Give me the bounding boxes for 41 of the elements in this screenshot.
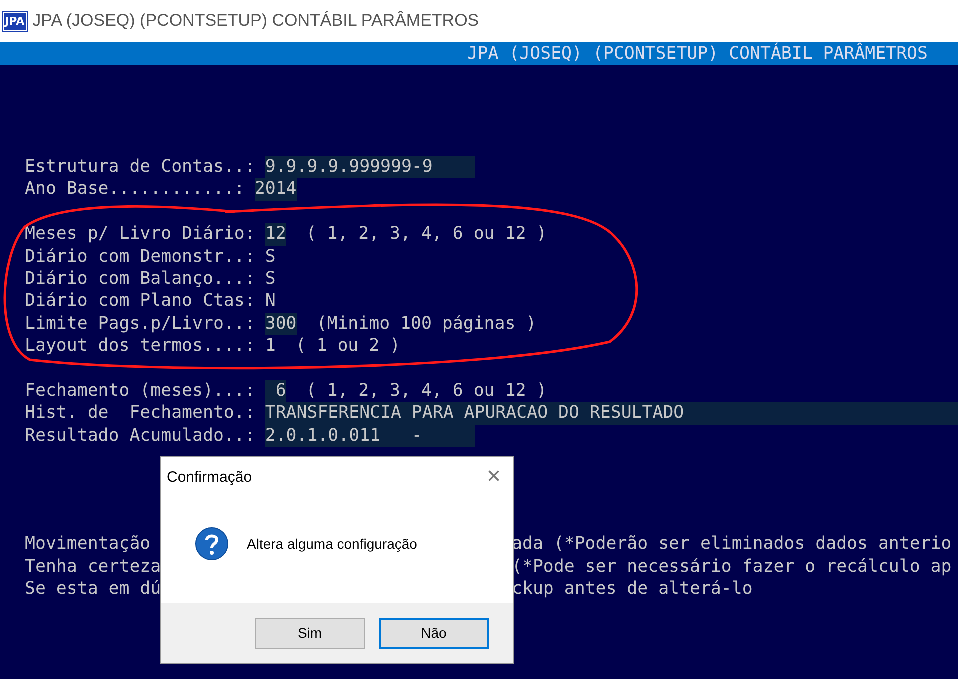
field-value[interactable]: TRANSFERENCIA PARA APURACAO DO RESULTADO — [265, 402, 958, 425]
field-value[interactable]: 9.9.9.9.999999-9 — [265, 156, 476, 178]
field-value[interactable]: N — [265, 290, 276, 313]
field-label: Hist. de Fechamento.: — [25, 402, 256, 425]
field-label: Diário com Demonstr..: — [25, 246, 256, 268]
field-label: Limite Pags.p/Livro..: — [25, 312, 256, 336]
dialog-title: Confirmação — [167, 468, 252, 486]
app-logo-icon: JPA — [3, 12, 27, 30]
field-label: Layout dos termos....: — [25, 335, 256, 358]
warning-text: ada (*Poderão ser eliminados dados anterio — [512, 534, 952, 556]
field-hint: ( 1 ou 2 ) — [296, 335, 401, 358]
field-hint: (Minimo 100 páginas ) — [316, 312, 537, 336]
field-value[interactable]: 6 — [265, 380, 286, 402]
field-value[interactable]: 2014 — [254, 178, 297, 201]
field-label: Diário com Plano Ctas: — [25, 290, 256, 313]
warning-text: (*Pode ser necessário fazer o recálculo ap — [512, 556, 952, 579]
field-label: Ano Base............: — [25, 178, 245, 201]
warning-text: Movimentação — [25, 534, 151, 556]
field-value[interactable]: 2.0.1.0.011 - — [265, 424, 476, 448]
warning-text: Se esta em dú — [25, 579, 162, 602]
console-header: JPA (JOSEQ) (PCONTSETUP) CONTÁBIL PARÂMETROS — [0, 42, 958, 65]
warning-text: Tenha certeza — [25, 556, 162, 579]
field-value[interactable]: S — [265, 268, 276, 290]
question-icon — [195, 527, 229, 561]
field-value[interactable]: 12 — [265, 223, 286, 246]
field-value[interactable]: 1 — [265, 335, 276, 358]
field-hint: ( 1, 2, 3, 4, 6 ou 12 ) — [306, 380, 548, 402]
field-label: Meses p/ Livro Diário: — [25, 223, 256, 246]
field-value[interactable]: S — [265, 246, 276, 268]
field-hint: ( 1, 2, 3, 4, 6 ou 12 ) — [306, 223, 548, 246]
field-label: Resultado Acumulado..: — [25, 424, 256, 448]
dialog-button[interactable]: Sim — [255, 618, 365, 648]
field-label: Estrutura de Contas..: — [25, 156, 256, 178]
dialog-button[interactable]: Não — [379, 618, 489, 648]
dialog-message: Altera alguma configuração — [247, 536, 418, 552]
close-button[interactable]: × — [486, 463, 501, 491]
field-label: Diário com Balanço...: — [25, 268, 256, 290]
field-value[interactable]: 300 — [265, 312, 297, 336]
warning-text: ckup antes de alterá-lo — [512, 579, 753, 602]
window-title: JPA (JOSEQ) (PCONTSETUP) CONTÁBIL PARÂMETROS — [32, 11, 480, 31]
field-label: Fechamento (meses)...: — [25, 380, 256, 402]
